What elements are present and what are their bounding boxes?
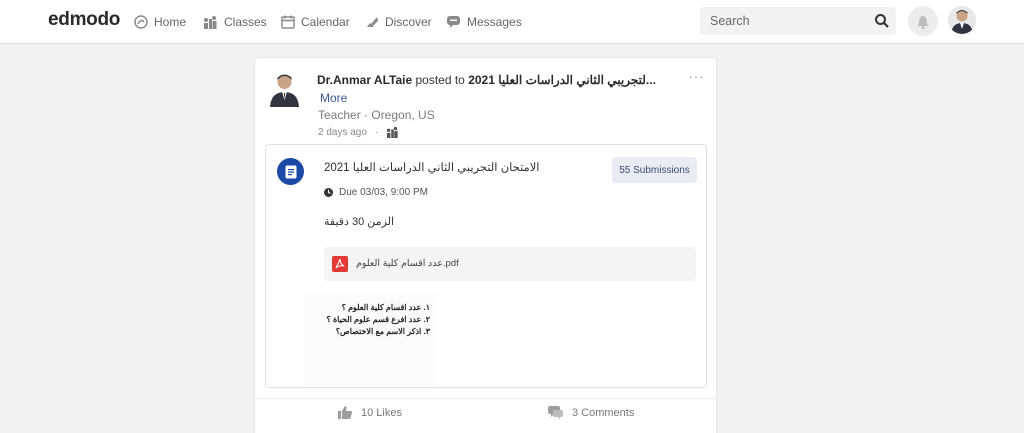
separator-dot: · xyxy=(374,126,379,138)
nav-messages-label: Messages xyxy=(467,15,522,29)
likes-count: 10 Likes xyxy=(361,406,402,419)
edmodo-logo[interactable]: edmodo xyxy=(48,9,120,31)
classes-icon xyxy=(204,16,217,29)
nav-classes[interactable]: Classes xyxy=(203,13,267,31)
due-text: Due 03/03, 9:00 PM xyxy=(339,187,428,198)
group-name[interactable]: 2021 لتجريبي الثاني الدراسات العليا... xyxy=(468,73,656,87)
divider xyxy=(255,398,716,399)
preview-line: ٣. اذكر الاسم مع الاختصاص؟ xyxy=(335,327,430,336)
nav-classes-label: Classes xyxy=(224,15,267,29)
author-photo xyxy=(267,69,302,107)
comments-count: 3 Comments xyxy=(572,406,635,419)
like-button[interactable]: 10 Likes xyxy=(337,405,402,420)
home-icon xyxy=(134,15,148,29)
post-menu-button[interactable]: ··· xyxy=(688,68,705,84)
post-header: Dr.Anmar ALTaie posted to 2021 لتجريبي ا… xyxy=(317,73,656,87)
preview-line: ٢. عدد افرع قسم علوم الحياة ؟ xyxy=(326,315,430,324)
time-ago[interactable]: 2 days ago xyxy=(318,127,367,138)
comment-icon xyxy=(548,406,563,420)
preview-text: ١. عدد اقسام كلية العلوم ؟ ٢. عدد افرع ق… xyxy=(326,302,430,338)
user-photo xyxy=(948,6,976,34)
due-date: Due 03/03, 9:00 PM xyxy=(324,187,428,198)
submissions-button[interactable]: 55 Submissions xyxy=(612,157,697,183)
pdf-preview[interactable]: ١. عدد اقسام كلية العلوم ؟ ٢. عدد افرع ق… xyxy=(304,292,436,386)
clock-icon xyxy=(324,188,333,197)
author-meta: Teacher · Oregon, US xyxy=(318,108,435,122)
calendar-icon xyxy=(281,15,295,29)
assignment-instructions: الزمن 30 دقيقة xyxy=(324,216,395,228)
pdf-icon xyxy=(332,256,348,272)
pdf-attachment[interactable]: عدد اقسام كلية العلوم.pdf xyxy=(324,247,696,281)
notifications-button[interactable] xyxy=(908,6,938,36)
nav-discover[interactable]: Discover xyxy=(365,13,432,31)
author-name[interactable]: Dr.Anmar ALTaie xyxy=(317,73,412,87)
discover-icon xyxy=(367,17,378,27)
nav-discover-label: Discover xyxy=(385,15,432,29)
bell-icon xyxy=(917,16,929,29)
author-avatar[interactable] xyxy=(267,69,302,107)
posted-to-text: posted to xyxy=(412,73,469,87)
search-icon[interactable] xyxy=(874,13,890,29)
assignment-icon xyxy=(277,158,304,185)
more-link[interactable]: More xyxy=(320,91,347,105)
assignment-title[interactable]: الامتحان التجريبي الثاني الدراسات العليا… xyxy=(324,160,539,174)
classes-icon xyxy=(387,126,398,138)
thumbs-up-icon xyxy=(338,406,352,419)
messages-icon xyxy=(447,16,460,28)
attachment-filename: عدد اقسام كلية العلوم.pdf xyxy=(356,258,459,269)
preview-line: ١. عدد اقسام كلية العلوم ؟ xyxy=(341,303,430,312)
user-avatar[interactable] xyxy=(948,6,976,34)
search-placeholder: Search xyxy=(710,14,750,28)
assignment-card[interactable]: الامتحان التجريبي الثاني الدراسات العليا… xyxy=(265,144,707,388)
nav-calendar[interactable]: Calendar xyxy=(281,13,350,31)
nav-home[interactable]: Home xyxy=(134,13,186,31)
search-input[interactable]: Search xyxy=(700,7,896,35)
nav-calendar-label: Calendar xyxy=(301,15,350,29)
nav-messages[interactable]: Messages xyxy=(446,13,522,31)
top-nav-bar: edmodo Home Classes Calendar Discover Me… xyxy=(0,0,1024,44)
post-card: Dr.Anmar ALTaie posted to 2021 لتجريبي ا… xyxy=(254,57,717,433)
comments-button[interactable]: 3 Comments xyxy=(547,405,634,420)
nav-home-label: Home xyxy=(154,15,187,29)
post-timestamp: 2 days ago · xyxy=(318,126,399,138)
